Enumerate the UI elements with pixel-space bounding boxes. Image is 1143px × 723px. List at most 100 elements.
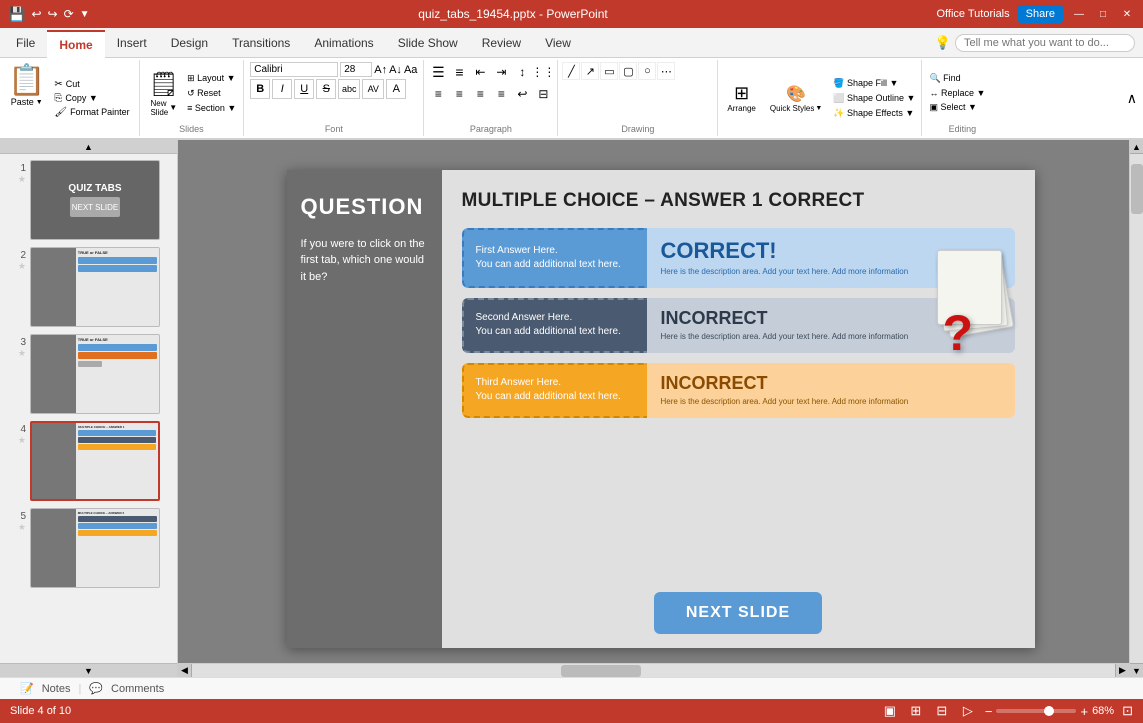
- strikethrough-button[interactable]: S: [316, 79, 336, 99]
- find-button[interactable]: 🔍 Find: [926, 72, 998, 85]
- format-painter-button[interactable]: 🖌 Format Painter: [51, 106, 132, 119]
- tab-transitions[interactable]: Transitions: [220, 30, 302, 56]
- align-left-icon[interactable]: ≡: [428, 84, 448, 104]
- canvas-scroll-up[interactable]: ▲: [1130, 140, 1143, 154]
- align-right-icon[interactable]: ≡: [470, 84, 490, 104]
- replay-icon[interactable]: ⟳: [64, 7, 74, 21]
- arrange-group: ⊞ Arrange 🎨 Quick Styles ▼ 🪣 Shape Fill …: [718, 60, 922, 136]
- slide-thumb-4[interactable]: 4 ★ MULTIPLE CHOICE – ANSWER 1: [6, 419, 173, 503]
- tab-animations[interactable]: Animations: [302, 30, 385, 56]
- tab-file[interactable]: File: [4, 30, 47, 56]
- fit-to-window-icon[interactable]: ⊡: [1122, 703, 1133, 719]
- shape-more-icon[interactable]: ⋯: [657, 62, 675, 80]
- font-name-input[interactable]: [250, 62, 338, 77]
- canvas-scroll-down[interactable]: ▼: [1130, 663, 1143, 677]
- view-normal-icon[interactable]: ▣: [881, 702, 899, 720]
- redo-icon[interactable]: ↪: [48, 7, 58, 21]
- dropdown-icon[interactable]: ▼: [80, 9, 90, 20]
- view-slide-sorter-icon[interactable]: ⊞: [907, 702, 925, 720]
- shape-fill-button[interactable]: 🪣 Shape Fill ▼: [831, 77, 917, 90]
- comments-label[interactable]: Comments: [111, 683, 164, 695]
- close-button[interactable]: ✕: [1119, 6, 1135, 22]
- cut-button[interactable]: ✂ Cut: [51, 78, 132, 91]
- font-color-button[interactable]: A: [386, 79, 406, 99]
- tab-design[interactable]: Design: [159, 30, 220, 56]
- layout-button[interactable]: ⊞ Layout ▼: [184, 72, 239, 85]
- new-slide-button[interactable]: 🗒 NewSlide ▼: [144, 67, 184, 120]
- section-button[interactable]: ≡ Section ▼: [184, 102, 239, 114]
- minimize-button[interactable]: —: [1071, 6, 1087, 22]
- tab-slideshow[interactable]: Slide Show: [386, 30, 470, 56]
- tell-me-area[interactable]: 💡: [935, 34, 1135, 52]
- font-increase-icon[interactable]: A↑: [374, 64, 387, 76]
- columns-icon[interactable]: ⋮⋮: [533, 62, 553, 82]
- select-button[interactable]: ▣ Select ▼: [926, 101, 998, 114]
- justify-icon[interactable]: ≡: [491, 84, 511, 104]
- slide-thumb-2[interactable]: 2 ★ TRUE or FALSE: [6, 245, 173, 329]
- answer-row-3[interactable]: Third Answer Here.You can add additional…: [462, 363, 1015, 418]
- editing-group: 🔍 Find ↔ Replace ▼ ▣ Select ▼ Editing: [922, 60, 1002, 136]
- app-title: quiz_tabs_19454.pptx - PowerPoint: [90, 7, 937, 21]
- shape-effects-button[interactable]: ✨ Shape Effects ▼: [831, 107, 917, 120]
- slides-scroll-up[interactable]: ▲: [0, 140, 177, 154]
- zoom-level[interactable]: 68%: [1092, 705, 1114, 717]
- bold-button[interactable]: B: [250, 79, 270, 99]
- next-slide-button[interactable]: NEXT SLIDE: [654, 592, 822, 634]
- font-decrease-icon[interactable]: A↓: [389, 64, 402, 76]
- notes-label[interactable]: Notes: [42, 683, 71, 695]
- office-tutorials-label[interactable]: Office Tutorials: [936, 8, 1009, 20]
- shadow-button[interactable]: abc: [338, 79, 360, 99]
- copy-button[interactable]: ⎘ Copy ▼: [51, 92, 132, 105]
- slide-thumb-5[interactable]: 5 ★ MULTIPLE CHOICE – ANSWER 2: [6, 506, 173, 590]
- canvas-hscroll: ◀ ▶: [178, 663, 1129, 677]
- zoom-in-icon[interactable]: +: [1080, 704, 1088, 719]
- decrease-indent-icon[interactable]: ⇤: [470, 62, 490, 82]
- slides-scroll-down[interactable]: ▼: [0, 663, 177, 677]
- shape-line-icon[interactable]: ╱: [562, 62, 580, 80]
- zoom-slider-track[interactable]: [996, 709, 1076, 713]
- tell-me-input[interactable]: [955, 34, 1135, 52]
- increase-indent-icon[interactable]: ⇥: [491, 62, 511, 82]
- quick-styles-button[interactable]: 🎨 Quick Styles ▼: [765, 62, 827, 134]
- zoom-out-icon[interactable]: −: [985, 704, 993, 719]
- share-button[interactable]: Share: [1018, 5, 1063, 23]
- shape-rrect-icon[interactable]: ▢: [619, 62, 637, 80]
- question-mark-symbol: ?: [943, 308, 974, 358]
- tab-insert[interactable]: Insert: [105, 30, 159, 56]
- numbering-icon[interactable]: ≡: [449, 62, 469, 82]
- smallcaps-button[interactable]: AV: [362, 79, 384, 99]
- align-center-icon[interactable]: ≡: [449, 84, 469, 104]
- undo-icon[interactable]: ↩: [31, 7, 41, 21]
- reset-button[interactable]: ↺ Reset: [184, 87, 239, 100]
- shape-rect-icon[interactable]: ▭: [600, 62, 618, 80]
- smartart-icon[interactable]: ⊟: [533, 84, 553, 104]
- editing-content: 🔍 Find ↔ Replace ▼ ▣ Select ▼: [926, 62, 998, 124]
- save-icon[interactable]: 💾: [8, 6, 25, 23]
- italic-button[interactable]: I: [272, 79, 292, 99]
- slide-thumb-1[interactable]: 1 ★ QUIZ TABS NEXT SLIDE: [6, 158, 173, 242]
- bullets-icon[interactable]: ☰: [428, 62, 448, 82]
- arrange-button[interactable]: ⊞ Arrange: [722, 62, 760, 134]
- clear-format-icon[interactable]: Aa: [404, 64, 417, 76]
- question-text: If you were to click on the first tab, w…: [301, 236, 428, 286]
- maximize-button[interactable]: □: [1095, 6, 1111, 22]
- canvas-hscroll-right[interactable]: ▶: [1115, 664, 1129, 677]
- tab-home[interactable]: Home: [47, 30, 104, 58]
- view-slideshow-icon[interactable]: ▷: [959, 702, 977, 720]
- ribbon-collapse[interactable]: ∧: [1127, 60, 1143, 136]
- shape-arrow-icon[interactable]: ↗: [581, 62, 599, 80]
- canvas-hscroll-left[interactable]: ◀: [178, 664, 192, 677]
- underline-button[interactable]: U: [294, 79, 314, 99]
- slide-thumb-3[interactable]: 3 ★ TRUE or FALSE: [6, 332, 173, 416]
- shape-outline-button[interactable]: ⬜ Shape Outline ▼: [831, 92, 917, 105]
- replace-button[interactable]: ↔ Replace ▼: [926, 87, 998, 99]
- view-reading-icon[interactable]: ⊟: [933, 702, 951, 720]
- font-size-input[interactable]: [340, 62, 372, 77]
- line-spacing-icon[interactable]: ↕: [512, 62, 532, 82]
- tab-review[interactable]: Review: [470, 30, 533, 56]
- para-row1: ☰ ≡ ⇤ ⇥ ↕ ⋮⋮: [428, 62, 553, 82]
- shape-oval-icon[interactable]: ○: [638, 62, 656, 80]
- paste-button[interactable]: 📋 Paste ▼: [4, 62, 49, 134]
- tab-view[interactable]: View: [533, 30, 583, 56]
- text-direction-icon[interactable]: ↩: [512, 84, 532, 104]
